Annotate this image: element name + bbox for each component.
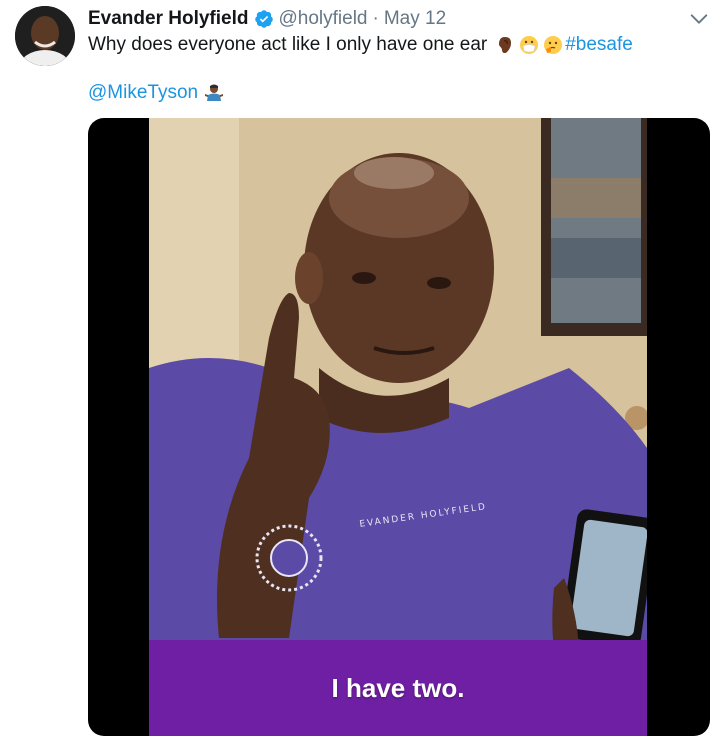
mention-line: @MikeTyson <box>88 81 224 105</box>
avatar-image <box>15 6 75 66</box>
mask-face-emoji-icon <box>520 36 539 54</box>
tweet-body-text: Why does everyone act like I only have o… <box>88 34 488 55</box>
author-handle[interactable]: @holyfield <box>279 8 368 30</box>
tweet-video[interactable]: EVANDER HOLYFIELD I have two. <box>88 118 710 736</box>
author-name[interactable]: Evander Holyfield <box>88 8 249 30</box>
verified-badge-icon <box>254 10 273 28</box>
tweet-header: Evander Holyfield @holyfield · May 12 <box>88 6 446 32</box>
mention-link[interactable]: @MikeTyson <box>88 81 198 105</box>
video-caption-bar: I have two. <box>149 640 647 736</box>
avatar[interactable] <box>15 6 75 66</box>
tweet-text: Why does everyone act like I only have o… <box>88 33 633 57</box>
ear-emoji-icon <box>499 37 512 54</box>
chevron-down-icon[interactable] <box>688 8 710 30</box>
man-shrugging-emoji-icon <box>205 84 224 101</box>
separator-dot: · <box>372 8 379 29</box>
tweet-date[interactable]: May 12 <box>384 8 446 30</box>
video-frame: EVANDER HOLYFIELD I have two. <box>149 118 647 736</box>
video-caption: I have two. <box>331 672 465 703</box>
hashtag-link[interactable]: #besafe <box>565 33 633 57</box>
thinking-face-emoji-icon <box>544 36 563 54</box>
